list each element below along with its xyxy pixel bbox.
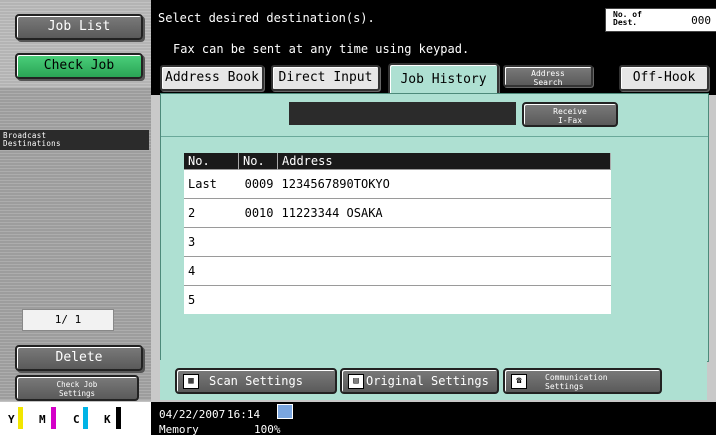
check-job-settings-button[interactable]: Check Job Settings <box>15 375 139 401</box>
row-no: Last <box>184 169 239 199</box>
status-bar: 04/22/2007 16:14 Memory 100% <box>151 402 716 435</box>
job-list-button[interactable]: Job List <box>15 14 143 40</box>
tab-bar: Address Book Direct Input Job History Ad… <box>151 58 716 97</box>
scan-settings-label: Scan Settings <box>209 374 303 388</box>
comm-label-line1: Communication <box>545 373 608 382</box>
table-row[interactable]: 2 0010 11223344 OSAKA <box>184 198 611 228</box>
destination-input-display <box>289 102 516 125</box>
memory-value: 100% <box>254 423 281 435</box>
status-date: 04/22/2007 <box>159 408 226 421</box>
tab-off-hook[interactable]: Off-Hook <box>619 65 709 91</box>
table-row[interactable]: Last 0009 1234567890TOKYO <box>184 169 611 199</box>
row-no: 5 <box>184 285 239 314</box>
table-header-row: No. No. Address <box>184 153 611 170</box>
row-address: 1234567890TOKYO <box>277 169 611 199</box>
scan-settings-icon: ▦ <box>183 374 199 389</box>
tab-address-search[interactable]: Address Search <box>503 65 593 87</box>
toner-k-label: K <box>104 413 111 426</box>
toner-y-bar <box>18 407 23 429</box>
row-address <box>277 227 611 257</box>
communication-settings-button[interactable]: ☎ Communication Settings <box>503 368 662 394</box>
row-number <box>238 227 278 257</box>
page-counter: 1/ 1 <box>22 309 114 331</box>
row-address: 11223344 OSAKA <box>277 198 611 228</box>
receive-line2: I-Fax <box>557 116 583 125</box>
destination-count-box: No. of Dest. 000 <box>605 8 716 32</box>
column-header-address: Address <box>277 153 611 170</box>
panel-divider <box>161 136 708 137</box>
table-row[interactable]: 3 <box>184 227 611 257</box>
check-job-settings-line1: Check Job <box>56 380 98 389</box>
scan-settings-button[interactable]: ▦ Scan Settings <box>175 368 337 394</box>
address-search-line2: Search <box>533 78 563 87</box>
address-search-line1: Address <box>531 69 565 78</box>
destination-count-value: 000 <box>691 14 711 27</box>
settings-bar: ▦ Scan Settings ▤ Original Settings ☎ Co… <box>160 360 707 400</box>
original-settings-icon: ▤ <box>348 374 364 389</box>
keypad-message: Fax can be sent at any time using keypad… <box>173 42 470 56</box>
row-number: 0010 <box>238 198 278 228</box>
toner-y-label: Y <box>8 413 15 426</box>
instruction-message: Select desired destination(s). <box>158 11 375 25</box>
comm-label-line2: Settings <box>545 382 584 391</box>
check-job-settings-line2: Settings <box>58 389 96 398</box>
receive-line1: Receive <box>553 107 587 116</box>
toner-levels: Y M C K <box>0 402 151 435</box>
communication-icon: ☎ <box>511 374 527 389</box>
row-number <box>238 285 278 314</box>
copier-screen: Job List Check Job Broadcast Destination… <box>0 0 716 435</box>
row-number <box>238 256 278 286</box>
toner-c-bar <box>83 407 88 429</box>
memory-label: Memory <box>159 423 199 435</box>
broadcast-destinations-header: Broadcast Destinations <box>0 130 149 150</box>
check-job-button[interactable]: Check Job <box>15 53 143 79</box>
toner-c-label: C <box>73 413 80 426</box>
status-time: 16:14 <box>227 408 261 421</box>
column-header-number: No. <box>238 153 278 170</box>
tab-address-book[interactable]: Address Book <box>160 65 264 91</box>
row-address <box>277 285 611 314</box>
job-history-table: No. No. Address Last 0009 1234567890TOKY… <box>184 153 611 314</box>
table-row[interactable]: 4 <box>184 256 611 286</box>
left-sidebar: Job List Check Job Broadcast Destination… <box>0 0 151 435</box>
destination-count-label: No. of Dest. <box>613 11 642 27</box>
toner-m-label: M <box>39 413 46 426</box>
toner-m-bar <box>51 407 56 429</box>
dest-label-line2: Dest. <box>613 18 638 27</box>
delete-button[interactable]: Delete <box>15 345 143 371</box>
tab-direct-input[interactable]: Direct Input <box>271 65 380 91</box>
message-area: Select desired destination(s). Fax can b… <box>151 0 716 58</box>
tab-job-history[interactable]: Job History <box>388 63 499 97</box>
row-number: 0009 <box>238 169 278 199</box>
row-no: 3 <box>184 227 239 257</box>
communication-settings-label: Communication Settings <box>545 373 608 391</box>
receive-ifax-button[interactable]: Receive I-Fax <box>522 102 618 127</box>
toner-k-bar <box>116 407 121 429</box>
table-row[interactable]: 5 <box>184 285 611 314</box>
original-settings-label: Original Settings <box>366 374 489 388</box>
column-header-no: No. <box>184 153 239 170</box>
original-settings-button[interactable]: ▤ Original Settings <box>340 368 499 394</box>
job-history-panel: Receive I-Fax No. No. Address Last 0009 … <box>160 93 709 362</box>
network-icon <box>277 404 293 419</box>
broadcast-label-line2: Destinations <box>3 139 61 148</box>
row-no: 4 <box>184 256 239 286</box>
row-address <box>277 256 611 286</box>
row-no: 2 <box>184 198 239 228</box>
